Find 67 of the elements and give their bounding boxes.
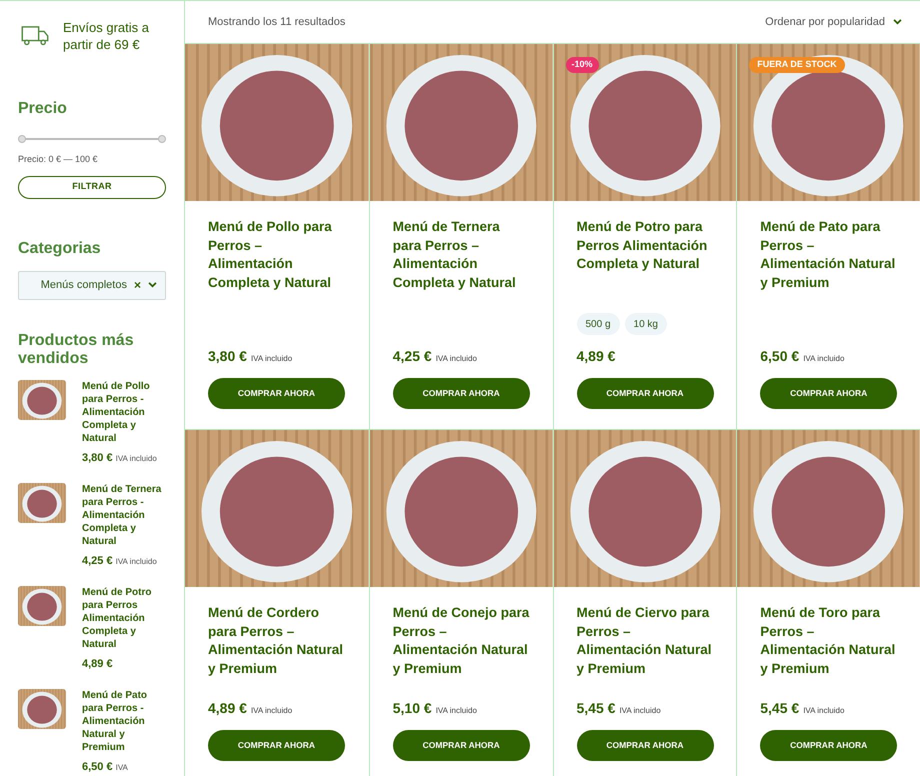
slider-handle[interactable] — [18, 135, 26, 143]
tax-note: IVA — [116, 762, 128, 772]
chevron-down-icon — [148, 282, 157, 288]
variation-option[interactable]: 10 kg — [624, 313, 667, 335]
price: 6,50 € — [82, 760, 113, 772]
product-title[interactable]: Menú de Pato para Perros – Alimentación Natural y Premium — [760, 218, 897, 292]
chevron-down-icon — [893, 19, 902, 25]
product-title[interactable]: Menú de Toro para Perros – Alimentación Natural y Premium — [760, 604, 897, 678]
product-link[interactable]: Menú de Ternera para Perros - Alimentación Completa y Natural — [82, 482, 164, 548]
section-title: Productos más vendidos — [18, 332, 135, 368]
price: 3,80 € — [82, 452, 113, 464]
sort-dropdown[interactable]: Ordenar por popularidad — [765, 14, 902, 30]
price: 5,10 € — [392, 699, 432, 718]
product-link[interactable]: Menú de Pato para Perros - Alimentación Natural y Premium — [82, 688, 164, 754]
price: 5,45 € — [576, 699, 616, 718]
tax-note: IVA incluido — [250, 353, 292, 365]
tax-note: IVA incluido — [436, 705, 477, 717]
buy-now-button[interactable]: COMPRAR AHORA — [576, 378, 714, 409]
badge: -10% — [566, 57, 599, 73]
section-title: Precio — [18, 99, 68, 119]
product-link[interactable]: Menú de Potro para Perros Alimentación Completa y Natural — [82, 586, 164, 650]
variation-option[interactable]: 500 g — [576, 313, 620, 335]
slider-handle[interactable] — [158, 135, 166, 143]
price: 4,89 € — [82, 658, 113, 670]
buy-now-button[interactable]: COMPRAR AHORA — [760, 378, 898, 409]
photo-placeholder — [18, 688, 66, 728]
tax-note: IVA incluido — [436, 353, 477, 365]
price: 3,80 € — [208, 347, 247, 366]
price-range-label: Precio: 0 € — 100 € — [18, 153, 99, 166]
buy-now-button[interactable]: COMPRAR AHORA — [208, 730, 345, 761]
product-title[interactable]: Menú de Ternera para Perros – Alimentación Completa y Natural — [392, 218, 530, 292]
photo-placeholder — [18, 380, 66, 420]
buy-now-button[interactable]: COMPRAR AHORA — [576, 730, 714, 761]
shipping-note: Envíos gratis a partir de 69 € — [63, 19, 150, 53]
buy-now-button[interactable]: COMPRAR AHORA — [760, 730, 898, 761]
price: 4,25 € — [82, 554, 113, 566]
photo-placeholder — [18, 482, 66, 522]
product-title[interactable]: Menú de Conejo para Perros – Alimentación Natural y Premium — [392, 604, 530, 678]
product-title[interactable]: Menú de Ciervo para Perros – Alimentación Natural y Premium — [576, 604, 714, 678]
buy-now-button[interactable]: COMPRAR AHORA — [392, 378, 530, 409]
product-link[interactable]: Menú de Pollo para Perros - Alimentación Completa y Natural — [82, 380, 164, 444]
price-slider[interactable] — [18, 135, 166, 143]
product-title[interactable]: Menú de Pollo para Perros – Alimentación Completa y Natural — [208, 218, 346, 292]
result-count: Mostrando los 11 resultados — [208, 14, 346, 30]
tax-note: IVA incluido — [803, 705, 844, 717]
price: 6,50 € — [760, 347, 800, 366]
badge: FUERA DE STOCK — [749, 57, 845, 73]
tax-note: IVA incluido — [116, 454, 157, 462]
buy-now-button[interactable]: COMPRAR AHORA — [392, 730, 530, 761]
price: 4,25 € — [392, 347, 432, 366]
tax-note: IVA incluido — [803, 353, 844, 365]
clear-button[interactable]: × — [134, 279, 141, 291]
product-title[interactable]: Menú de Cordero para Perros – Alimentación Natural y Premium — [208, 604, 346, 678]
filter-button[interactable]: FILTRAR — [18, 176, 166, 198]
price: 4,89 € — [576, 347, 616, 366]
tax-note: IVA incluido — [250, 705, 292, 717]
category-select[interactable]: Menús completos × — [18, 270, 166, 300]
truck-icon — [21, 26, 49, 46]
tax-note: IVA incluido — [116, 556, 157, 566]
price: 5,45 € — [760, 699, 800, 718]
tax-note: IVA incluido — [619, 705, 661, 717]
product-title[interactable]: Menú de Potro para Perros Alimentación Completa y Natural — [576, 218, 714, 274]
buy-now-button[interactable]: COMPRAR AHORA — [208, 378, 345, 409]
price: 4,89 € — [208, 699, 247, 718]
section-title: Categorias — [18, 238, 102, 258]
photo-placeholder — [18, 586, 66, 626]
selected-category: Menús completos — [40, 278, 127, 293]
